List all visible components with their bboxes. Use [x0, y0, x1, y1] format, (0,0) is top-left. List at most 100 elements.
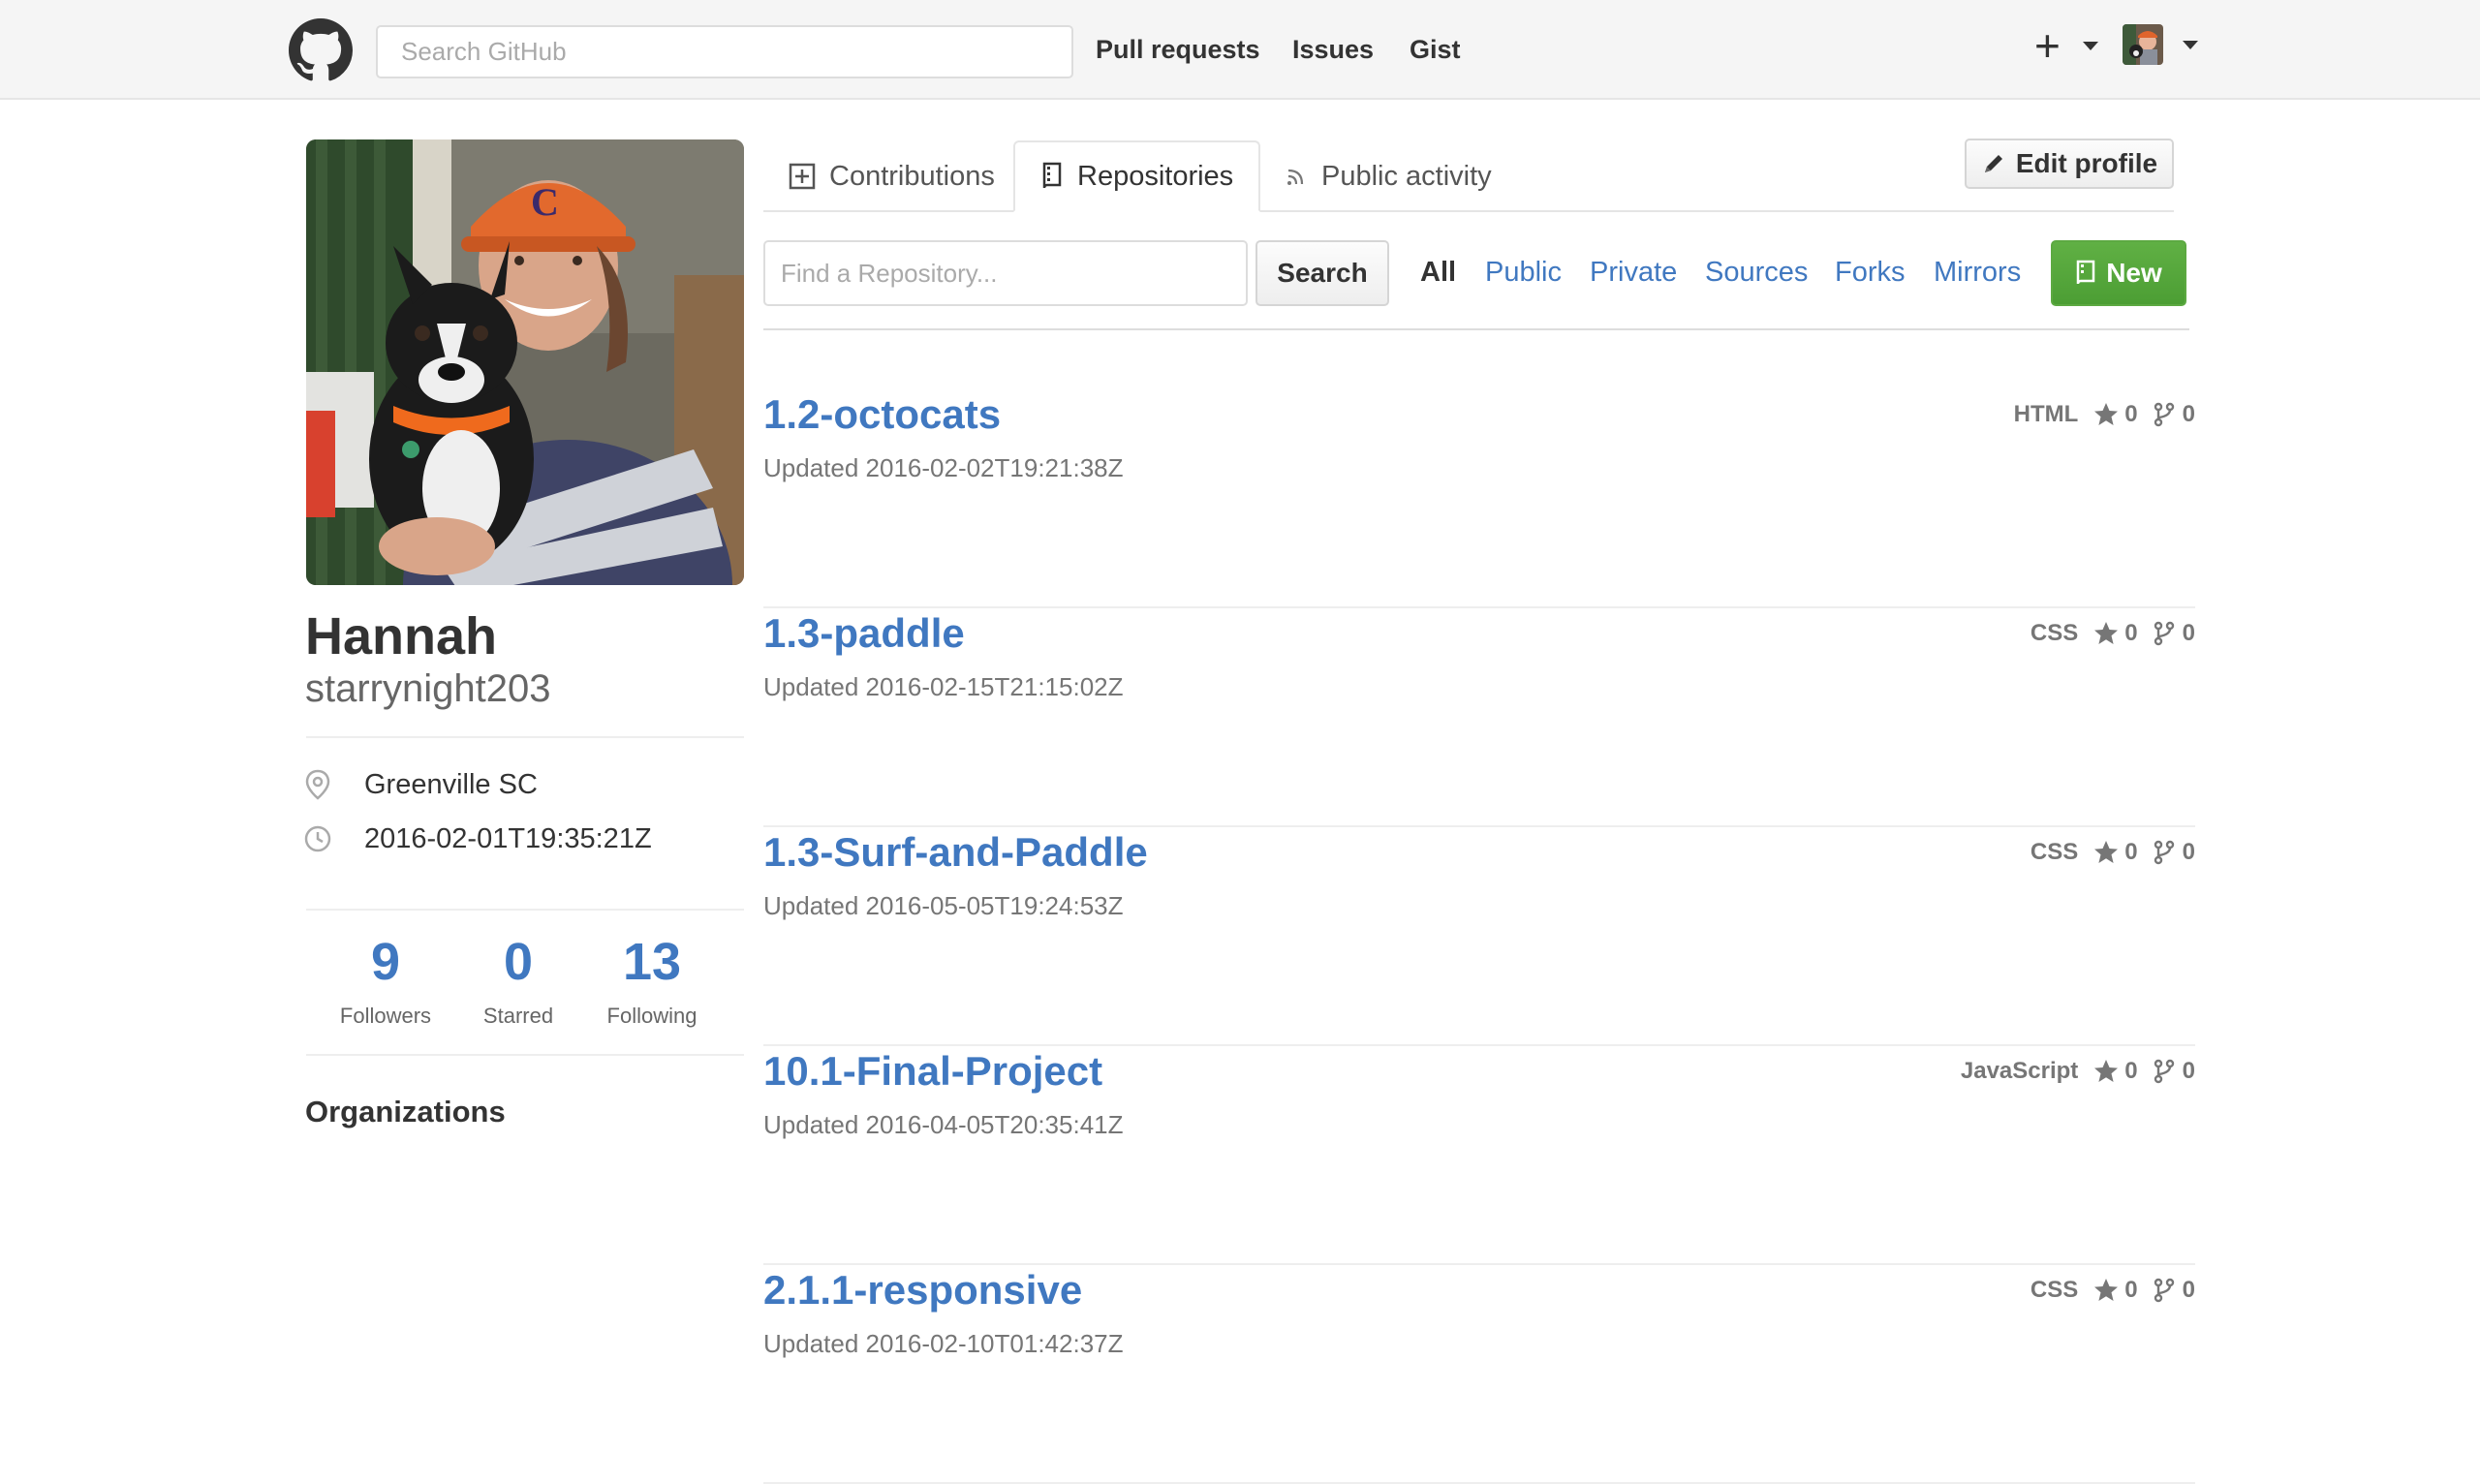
repo-name-link[interactable]: 1.3-paddle [763, 608, 965, 659]
repo-updated-time: Updated 2016-02-02T19:21:38Z [763, 453, 1124, 482]
filter-divider [763, 328, 2189, 330]
profile-username: starrynight203 [305, 667, 551, 710]
top-header: Pull requests Issues Gist + [0, 0, 2480, 100]
repo-star-count[interactable]: 0 [2124, 837, 2137, 868]
stat-following-label: Following [606, 1004, 698, 1028]
repo-star-count[interactable]: 0 [2124, 399, 2137, 430]
filter-private[interactable]: Private [1590, 254, 1677, 291]
repo-updated-time: Updated 2016-02-10T01:42:37Z [763, 1329, 1124, 1358]
sidebar-divider [306, 736, 744, 738]
filter-all[interactable]: All [1420, 254, 1456, 291]
nav-issues[interactable]: Issues [1292, 33, 1374, 66]
pencil-icon [1984, 155, 2002, 172]
repo-name-link[interactable]: 2.1.1-responsive [763, 1265, 1082, 1315]
star-icon[interactable] [2093, 1059, 2119, 1084]
tab-public-activity-label: Public activity [1321, 161, 1492, 192]
contributions-icon [789, 163, 816, 190]
stat-followers-label: Followers [339, 1004, 432, 1028]
clock-icon [304, 825, 331, 852]
star-icon[interactable] [2093, 840, 2119, 865]
tab-contributions-label: Contributions [829, 161, 995, 192]
fork-icon[interactable] [2152, 621, 2177, 646]
repo-list-item: 1.3-paddle Updated 2016-02-15T21:15:02Z … [763, 608, 2195, 827]
rss-icon [1287, 169, 1304, 185]
repo-updated-time: Updated 2016-05-05T19:24:53Z [763, 891, 1124, 920]
fork-icon[interactable] [2152, 1059, 2177, 1084]
fork-icon[interactable] [2152, 402, 2177, 427]
repo-language: CSS [2030, 1277, 2079, 1303]
repo-search-button[interactable]: Search [1256, 240, 1389, 306]
tab-repositories-label: Repositories [1077, 161, 1234, 192]
repo-list-item: 1.3-Surf-and-Paddle Updated 2016-05-05T1… [763, 827, 2195, 1046]
repo-meta: CSS 0 0 [2030, 837, 2195, 868]
edit-profile-button[interactable]: Edit profile [1965, 139, 2174, 189]
stat-starred-count[interactable]: 0 [446, 932, 591, 992]
user-menu-caret-icon[interactable] [2183, 41, 2198, 49]
stat-starred[interactable]: 0 Starred [446, 932, 591, 1031]
user-avatar-small[interactable] [2123, 24, 2163, 65]
sidebar-divider [306, 909, 744, 911]
filter-forks[interactable]: Forks [1835, 254, 1906, 291]
repo-list-item: 2.1.1-responsive Updated 2016-02-10T01:4… [763, 1265, 2195, 1484]
repo-updated-time: Updated 2016-04-05T20:35:41Z [763, 1110, 1124, 1139]
repo-language: CSS [2030, 620, 2079, 646]
repo-fork-count[interactable]: 0 [2183, 1056, 2195, 1087]
repo-star-count[interactable]: 0 [2124, 618, 2137, 649]
repo-fork-count[interactable]: 0 [2183, 1275, 2195, 1306]
repo-meta: JavaScript 0 0 [1961, 1056, 2195, 1087]
repo-language: HTML [2013, 401, 2079, 427]
star-icon[interactable] [2093, 402, 2119, 427]
tab-public-activity[interactable]: Public activity [1259, 140, 1517, 212]
new-repository-button[interactable]: New [2051, 240, 2186, 306]
find-repository-input[interactable] [763, 240, 1248, 306]
stat-following[interactable]: 13 Following [579, 932, 725, 1031]
stat-starred-label: Starred [482, 1004, 554, 1028]
repo-meta: HTML 0 0 [2014, 399, 2195, 430]
repo-meta: CSS 0 0 [2030, 618, 2195, 649]
nav-pull-requests[interactable]: Pull requests [1096, 33, 1260, 66]
repo-meta: CSS 0 0 [2030, 1275, 2195, 1306]
star-icon[interactable] [2093, 1278, 2119, 1303]
profile-joined-date: 2016-02-01T19:35:21Z [364, 823, 652, 854]
sidebar-divider [306, 1054, 744, 1056]
repo-name-link[interactable]: 1.2-octocats [763, 389, 1001, 440]
repo-name-link[interactable]: 10.1-Final-Project [763, 1046, 1102, 1097]
profile-location: Greenville SC [364, 769, 538, 800]
organizations-heading: Organizations [305, 1095, 506, 1128]
stat-following-count[interactable]: 13 [579, 932, 725, 992]
search-github-input[interactable] [376, 25, 1073, 78]
filter-sources[interactable]: Sources [1705, 254, 1808, 291]
create-menu-caret-icon[interactable] [2083, 42, 2098, 50]
repo-book-icon [1042, 162, 1062, 189]
repo-star-count[interactable]: 0 [2124, 1056, 2137, 1087]
new-repository-label: New [2106, 258, 2162, 288]
repo-fork-count[interactable]: 0 [2183, 618, 2195, 649]
plus-icon[interactable]: + [2034, 21, 2061, 70]
fork-icon[interactable] [2152, 1278, 2177, 1303]
filter-public[interactable]: Public [1485, 254, 1562, 291]
repo-list-item: 10.1-Final-Project Updated 2016-04-05T20… [763, 1046, 2195, 1265]
repo-fork-count[interactable]: 0 [2183, 837, 2195, 868]
location-pin-icon [305, 769, 330, 800]
profile-avatar-photo[interactable]: C [306, 139, 744, 585]
stat-followers[interactable]: 9 Followers [313, 932, 458, 1031]
repo-fork-count[interactable]: 0 [2183, 399, 2195, 430]
repo-book-icon [2076, 260, 2095, 285]
star-icon[interactable] [2093, 621, 2119, 646]
tab-contributions[interactable]: Contributions [763, 140, 1020, 212]
tab-repositories[interactable]: Repositories [1013, 140, 1261, 212]
repo-language: JavaScript [1960, 1058, 2079, 1084]
repo-updated-time: Updated 2016-02-15T21:15:02Z [763, 672, 1124, 701]
edit-profile-label: Edit profile [2015, 148, 2158, 178]
github-logo-icon[interactable] [289, 18, 353, 82]
nav-gist[interactable]: Gist [1410, 33, 1461, 66]
repo-name-link[interactable]: 1.3-Surf-and-Paddle [763, 827, 1148, 878]
svg-text:C: C [531, 180, 559, 224]
profile-fullname: Hannah [305, 607, 498, 665]
repo-language: CSS [2030, 839, 2079, 865]
stat-followers-count[interactable]: 9 [313, 932, 458, 992]
filter-mirrors[interactable]: Mirrors [1934, 254, 2021, 291]
repo-list-item: 1.2-octocats Updated 2016-02-02T19:21:38… [763, 389, 2195, 608]
repo-star-count[interactable]: 0 [2124, 1275, 2137, 1306]
fork-icon[interactable] [2152, 840, 2177, 865]
